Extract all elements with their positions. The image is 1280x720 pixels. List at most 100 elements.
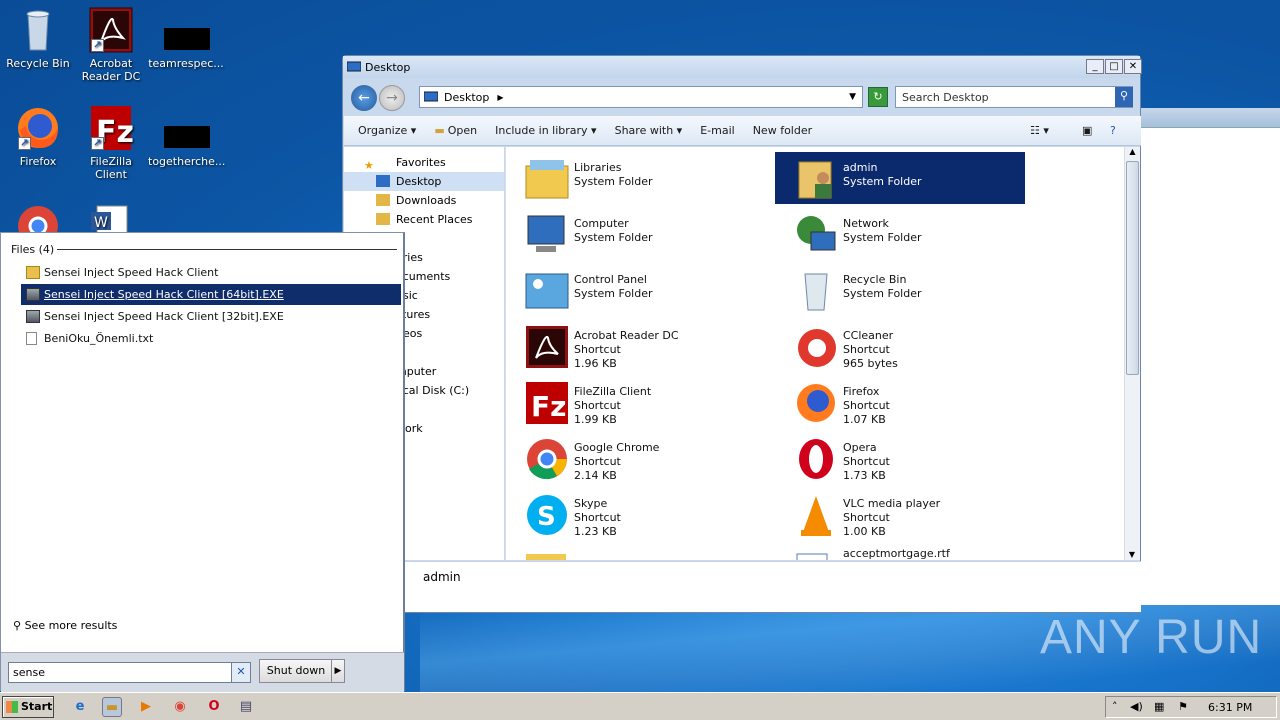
forward-button[interactable]: → xyxy=(379,85,405,111)
scroll-thumb[interactable] xyxy=(1126,161,1139,375)
chrome-taskbar-icon[interactable]: ◉ xyxy=(170,697,190,717)
title-bar[interactable]: Desktop xyxy=(343,56,1140,78)
skype-icon: S xyxy=(524,492,570,538)
rtf-document-icon xyxy=(793,548,839,560)
media-player-icon[interactable]: ▶ xyxy=(136,697,156,717)
list-item[interactable]: Acrobat Reader DC Shortcut 1.96 KB xyxy=(506,320,756,372)
address-dropdown-icon[interactable]: ▼ xyxy=(849,92,856,102)
list-item[interactable]: Firefox Shortcut 1.07 KB xyxy=(775,376,1025,428)
results-header: Files (4) xyxy=(11,243,55,256)
list-item[interactable]: admin System Folder xyxy=(775,152,1025,204)
new-folder-button[interactable]: New folder xyxy=(753,124,812,137)
back-button[interactable]: ← xyxy=(351,85,377,111)
list-item[interactable]: Control Panel System Folder xyxy=(506,264,756,316)
list-item[interactable]: Recycle Bin System Folder xyxy=(775,264,1025,316)
preview-pane-icon[interactable]: ▣ xyxy=(1082,124,1092,137)
nav-recent-places[interactable]: Recent Places xyxy=(344,210,504,229)
desktop-icon-firefox[interactable]: ↗ Firefox xyxy=(0,104,76,168)
start-menu-bottom: sense ✕ Shut down ▶ xyxy=(1,652,404,692)
downloads-folder-icon xyxy=(376,194,390,206)
open-button[interactable]: ▬ Open xyxy=(434,124,477,137)
see-more-results-link[interactable]: ⚲ See more results xyxy=(13,619,117,632)
explorer-window[interactable]: Desktop _ □ ✕ ← → Desktop ▶ ▼ ↻ Search D… xyxy=(342,55,1142,613)
refresh-icon[interactable]: ↻ xyxy=(868,87,888,107)
internet-explorer-icon[interactable]: e xyxy=(70,697,90,717)
start-button[interactable]: Start xyxy=(2,696,54,718)
item-name: admin xyxy=(843,161,878,174)
see-more-label: See more results xyxy=(24,619,118,632)
search-result[interactable]: BeniOku_Önemli.txt xyxy=(21,328,401,349)
notepad-taskbar-icon[interactable]: ▤ xyxy=(236,697,256,717)
list-item[interactable]: acceptmortgage.rtf xyxy=(775,544,1025,560)
text-file-icon xyxy=(26,332,37,345)
result-label: Sensei Inject Speed Hack Client [32bit].… xyxy=(44,310,284,323)
desktop-icon-acrobat[interactable]: ↗ Acrobat Reader DC xyxy=(73,6,149,83)
list-item[interactable]: Computer System Folder xyxy=(506,208,756,260)
item-type: Shortcut xyxy=(843,511,890,524)
clear-search-icon[interactable]: ✕ xyxy=(231,662,251,683)
start-search-input[interactable]: sense xyxy=(8,662,232,683)
close-button[interactable]: ✕ xyxy=(1124,59,1142,74)
desktop-icon-redacted-1[interactable]: teamrespec... xyxy=(148,6,224,70)
scroll-down-icon[interactable]: ▼ xyxy=(1125,550,1139,559)
item-type: Shortcut xyxy=(843,399,890,412)
vlc-icon xyxy=(793,492,839,538)
nav-desktop[interactable]: Desktop xyxy=(344,172,504,191)
nav-downloads[interactable]: Downloads xyxy=(344,191,504,210)
tray-expand-icon[interactable]: ˄ xyxy=(1112,700,1118,713)
chevron-down-icon[interactable]: ▶ xyxy=(497,93,503,102)
action-center-flag-icon[interactable]: ⚑ xyxy=(1178,700,1188,713)
shutdown-button[interactable]: Shut down xyxy=(259,659,333,683)
explorer-taskbar-icon[interactable]: ▬ xyxy=(102,697,122,717)
desktop-icon-recycle-bin[interactable]: Recycle Bin xyxy=(0,6,76,70)
list-item[interactable]: Network System Folder xyxy=(775,208,1025,260)
list-item[interactable]: Google Chrome Shortcut 2.14 KB xyxy=(506,432,756,484)
computer-icon xyxy=(524,212,570,258)
desktop-folder-icon xyxy=(376,175,390,187)
shutdown-options-icon[interactable]: ▶ xyxy=(331,659,345,683)
share-with-button[interactable]: Share with ▾ xyxy=(615,124,683,137)
list-item[interactable]: CCleaner Shortcut 965 bytes xyxy=(775,320,1025,372)
include-in-library-button[interactable]: Include in library ▾ xyxy=(495,124,596,137)
list-item[interactable]: VLC media player Shortcut 1.00 KB xyxy=(775,488,1025,540)
nav-favorites[interactable]: ★ Favorites xyxy=(344,153,504,172)
item-name: Recycle Bin xyxy=(843,273,907,286)
item-name: Libraries xyxy=(574,161,622,174)
opera-taskbar-icon[interactable]: O xyxy=(204,697,224,717)
minimize-button[interactable]: _ xyxy=(1086,59,1104,74)
search-icon[interactable]: ⚲ xyxy=(1115,87,1133,107)
start-label: Start xyxy=(21,700,53,713)
search-result[interactable]: Sensei Inject Speed Hack Client xyxy=(21,262,401,283)
clock[interactable]: 6:31 PM xyxy=(1208,701,1252,714)
item-type: Shortcut xyxy=(574,511,621,524)
help-icon[interactable]: ? xyxy=(1110,124,1116,137)
vertical-scrollbar[interactable]: ▲ ▼ xyxy=(1124,147,1140,560)
volume-icon[interactable]: ◀) xyxy=(1130,700,1143,713)
list-item[interactable]: Opera Shortcut 1.73 KB xyxy=(775,432,1025,484)
desktop-icon-filezilla[interactable]: Fz ↗ FileZilla Client xyxy=(73,104,149,181)
desktop-folder-icon xyxy=(424,91,438,102)
view-options-icon[interactable]: ☷ ▾ xyxy=(1030,124,1049,137)
list-item[interactable]: S Skype Shortcut 1.23 KB xyxy=(506,488,756,540)
desktop-icon-redacted-2[interactable]: togetherche... xyxy=(148,104,225,168)
command-bar: Organize ▾ ▬ Open Include in library ▾ Sh… xyxy=(344,116,1141,146)
list-item[interactable]: Fz FileZilla Client Shortcut 1.99 KB xyxy=(506,376,756,428)
item-size: 1.96 KB xyxy=(574,357,617,370)
taskbar: Start e ▬ ▶ ◉ O ▤ ˄ ◀) ▦ ⚑ 6:31 PM xyxy=(0,692,1280,720)
recycle-bin-icon xyxy=(793,268,839,314)
start-menu: Files (4) Sensei Inject Speed Hack Clien… xyxy=(0,232,405,692)
item-size: 1.00 KB xyxy=(843,525,886,538)
background-window[interactable] xyxy=(1138,108,1280,605)
network-icon[interactable]: ▦ xyxy=(1154,700,1164,713)
search-result[interactable]: Sensei Inject Speed Hack Client [64bit].… xyxy=(21,284,401,305)
maximize-button[interactable]: □ xyxy=(1105,59,1123,74)
list-item[interactable]: Libraries System Folder xyxy=(506,152,756,204)
organize-button[interactable]: Organize ▾ xyxy=(358,124,416,137)
address-bar[interactable]: Desktop ▶ ▼ xyxy=(419,86,863,108)
email-button[interactable]: E-mail xyxy=(700,124,735,137)
search-result[interactable]: Sensei Inject Speed Hack Client [32bit].… xyxy=(21,306,401,327)
scroll-up-icon[interactable]: ▲ xyxy=(1125,147,1140,156)
search-input[interactable]: Search Desktop xyxy=(895,86,1133,108)
system-tray: ˄ ◀) ▦ ⚑ 6:31 PM xyxy=(1105,696,1277,718)
list-item[interactable] xyxy=(506,544,756,560)
